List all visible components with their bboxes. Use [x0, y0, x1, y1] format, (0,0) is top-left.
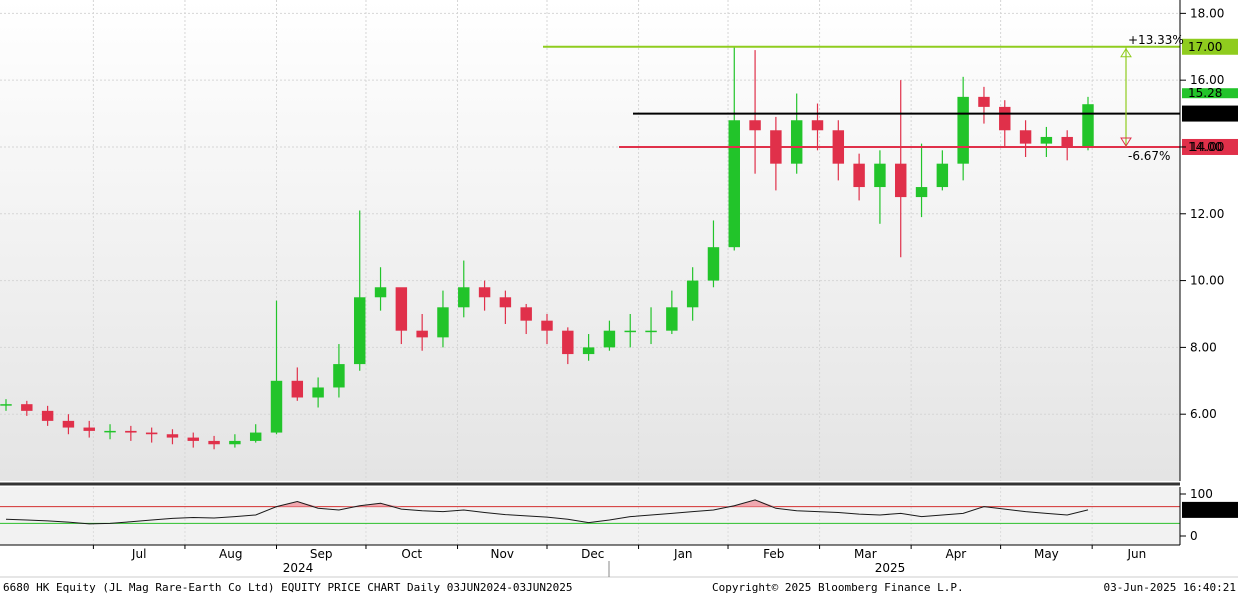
- y-tick-label: 14.00: [1190, 140, 1224, 154]
- candle-body: [478, 287, 491, 298]
- y-tick-label: 18.00: [1190, 6, 1224, 20]
- candle-body: [1082, 104, 1094, 147]
- candle-body: [83, 427, 95, 431]
- candle-body: [686, 280, 699, 308]
- x-tick-label: Sep: [310, 547, 333, 561]
- y-tick-label: 8.00: [1190, 340, 1217, 354]
- x-tick-label: May: [1034, 547, 1059, 561]
- y-tick-label: 10.00: [1190, 274, 1224, 288]
- year-label-2024: 2024: [283, 561, 314, 575]
- candle-body: [666, 307, 678, 331]
- candle-body: [229, 440, 241, 445]
- resistance-pct-label: +13.33%: [1128, 33, 1184, 47]
- candle-body: [999, 106, 1011, 131]
- footer-timestamp: 03-Jun-2025 16:40:21: [1104, 581, 1236, 594]
- y-tick-label: 6.00: [1190, 407, 1217, 421]
- y-tick-label: 12.00: [1190, 207, 1224, 221]
- candle-body: [0, 404, 12, 406]
- candle-body: [104, 430, 116, 433]
- candle-body: [811, 120, 824, 131]
- y-tick-label: 16.00: [1190, 73, 1224, 87]
- candle-body: [41, 410, 54, 421]
- candle-body: [270, 380, 283, 433]
- rsi-y-tick-label: 100: [1190, 487, 1213, 501]
- candle-body: [62, 420, 75, 428]
- x-tick-label: Apr: [945, 547, 966, 561]
- candle-body: [603, 330, 616, 348]
- candle-body: [333, 364, 345, 388]
- rsi-panel-background: [0, 487, 1180, 545]
- x-tick-label: Oct: [401, 547, 422, 561]
- candle-body: [915, 187, 928, 198]
- candle-body: [895, 163, 907, 198]
- candle-body: [874, 163, 886, 188]
- candle-body: [166, 434, 179, 438]
- candle-body: [853, 163, 865, 188]
- candle-body: [541, 320, 553, 331]
- chart-svg: 17.00 15.00 14.00 15.28 +13.33% -6.67% 0 100 62…: [0, 0, 1238, 594]
- x-tick-label: Feb: [763, 547, 784, 561]
- candle-body: [499, 297, 512, 308]
- candle-body: [437, 307, 449, 338]
- candle-body: [957, 96, 969, 164]
- candle-body: [312, 387, 324, 398]
- x-tick-label: Jul: [131, 547, 146, 561]
- candle-body: [1040, 136, 1053, 144]
- candle-body: [208, 440, 220, 445]
- candle-body: [749, 120, 761, 131]
- candle-body: [520, 307, 532, 321]
- candle-body: [145, 432, 158, 435]
- footer-title: 6680 HK Equity (JL Mag Rare-Earth Co Ltd…: [3, 581, 573, 594]
- candle-body: [21, 404, 33, 411]
- candle-body: [416, 330, 428, 338]
- x-tick-label: Nov: [491, 547, 514, 561]
- resistance-label: 17.00: [1188, 40, 1222, 54]
- candle-body: [187, 437, 199, 441]
- candle-body: [354, 297, 366, 365]
- candle-body: [1019, 130, 1032, 144]
- x-tick-label: Mar: [854, 547, 877, 561]
- pivot-label: 15.00: [1188, 107, 1222, 121]
- x-tick-label: Jan: [673, 547, 693, 561]
- candle-body: [707, 247, 720, 281]
- last-price-label: 15.28: [1188, 86, 1222, 100]
- candle-body: [395, 287, 408, 331]
- candle-body: [582, 347, 595, 355]
- rsi-value-label: 62.1754: [1186, 503, 1236, 517]
- candle-body: [125, 430, 137, 433]
- price-chart: 17.00 15.00 14.00 15.28 +13.33% -6.67% 0 100 62…: [0, 0, 1238, 596]
- support-pct-label: -6.67%: [1128, 149, 1170, 163]
- x-tick-label: Jun: [1127, 547, 1147, 561]
- candle-body: [562, 330, 574, 355]
- year-label-2025: 2025: [875, 561, 906, 575]
- candle-body: [645, 330, 657, 333]
- candle-body: [978, 96, 990, 107]
- candle-body: [458, 287, 470, 308]
- candle-body: [728, 120, 740, 248]
- candle-body: [249, 432, 262, 441]
- candle-body: [936, 163, 949, 188]
- candle-body: [374, 287, 387, 298]
- rsi-y-tick-label: 0: [1190, 529, 1198, 543]
- x-tick-label: Dec: [581, 547, 604, 561]
- candle-body: [624, 330, 636, 333]
- x-tick-label: Aug: [219, 547, 242, 561]
- candle-body: [291, 380, 304, 398]
- candle-body: [790, 120, 803, 164]
- price-panel-background: [0, 0, 1180, 481]
- footer-copyright: Copyright© 2025 Bloomberg Finance L.P.: [712, 581, 964, 594]
- candle-body: [1061, 136, 1073, 147]
